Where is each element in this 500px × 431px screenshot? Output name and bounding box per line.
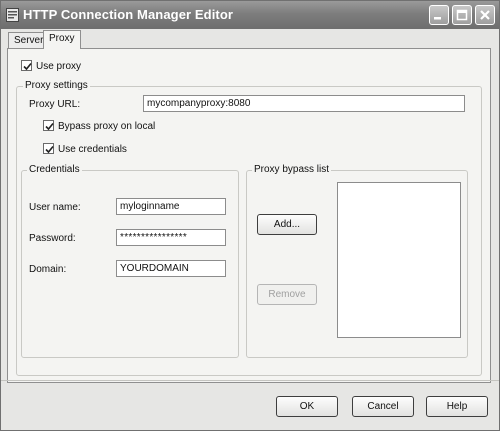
- tab-proxy[interactable]: Proxy: [43, 30, 81, 49]
- minimize-button[interactable]: [429, 5, 449, 25]
- use-proxy-checkbox[interactable]: [21, 60, 32, 71]
- proxy-bypass-group: Proxy bypass list Add... Remove: [246, 164, 468, 358]
- close-icon: [480, 10, 490, 20]
- cancel-button[interactable]: Cancel: [352, 396, 414, 417]
- bypass-list-box[interactable]: [337, 182, 461, 338]
- footer-divider: [1, 380, 499, 381]
- dialog-app-icon: [6, 8, 19, 22]
- add-button[interactable]: Add...: [257, 214, 317, 235]
- checkmark-icon: [45, 122, 54, 131]
- credentials-title: Credentials: [27, 164, 82, 175]
- use-proxy-label: Use proxy: [36, 61, 82, 72]
- remove-button[interactable]: Remove: [257, 284, 317, 305]
- help-button[interactable]: Help: [426, 396, 488, 417]
- password-label: Password:: [29, 233, 76, 244]
- maximize-button[interactable]: [452, 5, 472, 25]
- ok-button[interactable]: OK: [276, 396, 338, 417]
- domain-label: Domain:: [29, 264, 67, 275]
- proxy-tab-panel: Use proxy Proxy settings Proxy URL: myco…: [7, 48, 491, 383]
- maximize-icon: [456, 9, 468, 21]
- bypass-local-label: Bypass proxy on local: [58, 121, 156, 132]
- username-label: User name:: [29, 202, 81, 213]
- proxy-url-label: Proxy URL:: [29, 99, 81, 110]
- username-field[interactable]: myloginname: [116, 198, 226, 215]
- checkmark-icon: [45, 145, 54, 154]
- checkmark-icon: [23, 62, 32, 71]
- minimize-icon: [434, 17, 441, 20]
- close-button[interactable]: [475, 5, 495, 25]
- credentials-group: Credentials User name: myloginname Passw…: [21, 164, 239, 358]
- password-field[interactable]: ****************: [116, 229, 226, 246]
- domain-field[interactable]: YOURDOMAIN: [116, 260, 226, 277]
- proxy-settings-group: Proxy settings Proxy URL: mycompanyproxy…: [16, 80, 482, 376]
- bypass-local-checkbox[interactable]: [43, 120, 54, 131]
- use-credentials-label: Use credentials: [58, 144, 127, 155]
- dialog-window: HTTP Connection Manager Editor Server Pr…: [0, 0, 500, 431]
- proxy-url-field[interactable]: mycompanyproxy:8080: [143, 95, 465, 112]
- title-bar[interactable]: HTTP Connection Manager Editor: [1, 1, 499, 29]
- window-title: HTTP Connection Manager Editor: [23, 7, 234, 22]
- use-credentials-checkbox[interactable]: [43, 143, 54, 154]
- proxy-bypass-title: Proxy bypass list: [252, 164, 332, 175]
- proxy-settings-title: Proxy settings: [23, 80, 90, 91]
